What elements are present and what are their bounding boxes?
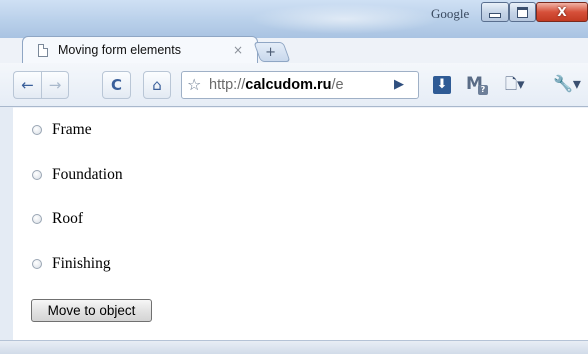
address-bar[interactable]: ☆ http://calcudom.ru/e ▶ — [181, 71, 419, 99]
back-arrow-icon: ← — [21, 76, 34, 94]
forward-arrow-icon: → — [48, 76, 62, 94]
home-button[interactable]: ⌂ — [143, 71, 171, 99]
gmail-icon[interactable]: M? — [466, 76, 488, 95]
page-content: Frame Foundation Roof Finishing Move to … — [13, 108, 588, 340]
page-icon — [38, 44, 48, 57]
bookmark-star-icon[interactable]: ☆ — [187, 75, 201, 94]
option-roof[interactable]: Roof — [32, 209, 83, 229]
url-text[interactable]: http://calcudom.ru/e — [209, 77, 383, 93]
download-icon[interactable]: ⬇ — [433, 76, 451, 94]
page-menu-icon[interactable]: 🗋▾ — [505, 76, 531, 94]
back-button[interactable]: ← — [13, 71, 41, 99]
plus-icon: + — [265, 45, 277, 60]
option-finishing[interactable]: Finishing — [32, 254, 111, 274]
new-tab-button[interactable]: + — [253, 42, 291, 62]
radio-frame[interactable] — [32, 125, 42, 135]
option-label: Frame — [52, 121, 92, 138]
option-foundation[interactable]: Foundation — [32, 165, 123, 185]
minimize-icon — [489, 12, 501, 18]
tab-moving-form-elements[interactable]: Moving form elements × — [22, 36, 258, 64]
title-bar[interactable]: Google X — [0, 0, 588, 38]
maximize-icon — [517, 6, 528, 18]
reload-icon: C — [110, 76, 122, 94]
radio-finishing[interactable] — [32, 259, 42, 269]
home-icon: ⌂ — [152, 76, 162, 94]
window-caption: Google — [431, 6, 470, 21]
browser-toolbar: ← → C ⌂ ☆ http://calcudom.ru/e ▶ ⬇ M? 🗋▾… — [0, 63, 588, 107]
window-bottom-border — [0, 340, 588, 354]
gmail-badge-icon: ? — [478, 85, 488, 95]
option-label: Roof — [52, 210, 83, 227]
radio-roof[interactable] — [32, 214, 42, 224]
close-icon: X — [557, 5, 567, 19]
wrench-menu-icon[interactable]: 🔧▾ — [553, 76, 583, 94]
move-to-object-button[interactable]: Move to object — [31, 299, 152, 322]
maximize-button[interactable] — [509, 2, 536, 22]
url-prefix: http:// — [209, 77, 246, 93]
radio-foundation[interactable] — [32, 170, 42, 180]
option-label: Foundation — [52, 166, 123, 183]
url-host: calcudom.ru — [245, 77, 332, 93]
go-arrow-icon[interactable]: ▶ — [394, 77, 404, 92]
browser-window: Google X Moving form elements × + ← → C … — [0, 0, 588, 354]
url-suffix: /e — [331, 77, 344, 93]
close-window-button[interactable]: X — [536, 2, 588, 22]
tab-title: Moving form elements — [58, 43, 181, 57]
reload-button[interactable]: C — [102, 71, 131, 99]
window-left-border — [0, 107, 13, 340]
option-frame[interactable]: Frame — [32, 120, 92, 140]
option-label: Finishing — [52, 255, 111, 272]
tab-close-icon[interactable]: × — [233, 43, 243, 57]
minimize-button[interactable] — [481, 2, 509, 22]
forward-button[interactable]: → — [41, 71, 69, 99]
